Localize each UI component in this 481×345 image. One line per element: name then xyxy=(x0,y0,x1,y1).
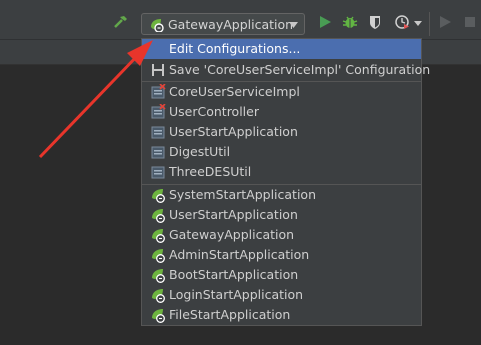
menu-item-config[interactable]: FileStartApplication xyxy=(142,305,421,325)
build-hammer-icon[interactable] xyxy=(113,14,129,30)
run-configuration-dropdown[interactable]: GatewayApplication xyxy=(141,13,305,35)
spring-boot-icon xyxy=(151,19,164,32)
menu-item-config[interactable]: CoreUserServiceImpl xyxy=(142,82,421,102)
spring-boot-icon xyxy=(152,269,165,283)
menu-item-config[interactable]: UserController xyxy=(142,102,421,122)
menu-item-edit-configurations[interactable]: Edit Configurations... xyxy=(142,39,421,59)
run-icon[interactable] xyxy=(317,14,333,30)
menu-item-config[interactable]: GatewayApplication xyxy=(142,225,421,245)
menu-item-config[interactable]: DigestUtil xyxy=(142,142,421,162)
application-config-icon xyxy=(151,126,165,139)
temporary-class-config-icon xyxy=(151,104,166,119)
menu-item-config[interactable]: AdminStartApplication xyxy=(142,245,421,265)
application-config-icon xyxy=(151,166,165,179)
run-disabled-icon[interactable] xyxy=(437,14,453,30)
spring-boot-icon xyxy=(152,309,165,323)
menu-item-config[interactable]: UserStartApplication xyxy=(142,205,421,225)
spring-boot-icon xyxy=(152,189,165,203)
menu-item-save-configuration[interactable]: Save 'CoreUserServiceImpl' Configuration xyxy=(142,60,430,80)
run-configuration-label: GatewayApplication xyxy=(168,17,294,32)
coverage-icon[interactable] xyxy=(367,14,383,30)
menu-item-config[interactable]: UserStartApplication xyxy=(142,122,421,142)
chevron-down-icon xyxy=(289,22,298,28)
stop-icon[interactable] xyxy=(462,14,478,30)
temporary-class-config-icon xyxy=(151,84,166,99)
main-toolbar: GatewayApplication xyxy=(0,0,481,40)
spring-boot-icon xyxy=(152,209,165,223)
run-configurations-menu: Edit Configurations... Save 'CoreUserSer… xyxy=(141,38,430,326)
menu-item-config[interactable]: BootStartApplication xyxy=(142,265,421,285)
chevron-down-icon[interactable] xyxy=(414,21,422,26)
save-icon xyxy=(152,64,164,76)
debug-icon[interactable] xyxy=(342,14,358,30)
profile-icon[interactable] xyxy=(394,14,410,30)
menu-item-config[interactable]: SystemStartApplication xyxy=(142,185,421,205)
spring-boot-icon xyxy=(152,289,165,303)
application-config-icon xyxy=(151,146,165,159)
menu-item-config[interactable]: LoginStartApplication xyxy=(142,285,421,305)
spring-boot-icon xyxy=(152,229,165,243)
toolbar-divider xyxy=(429,12,430,36)
spring-boot-icon xyxy=(152,249,165,263)
menu-item-config[interactable]: ThreeDESUtil xyxy=(142,162,421,182)
